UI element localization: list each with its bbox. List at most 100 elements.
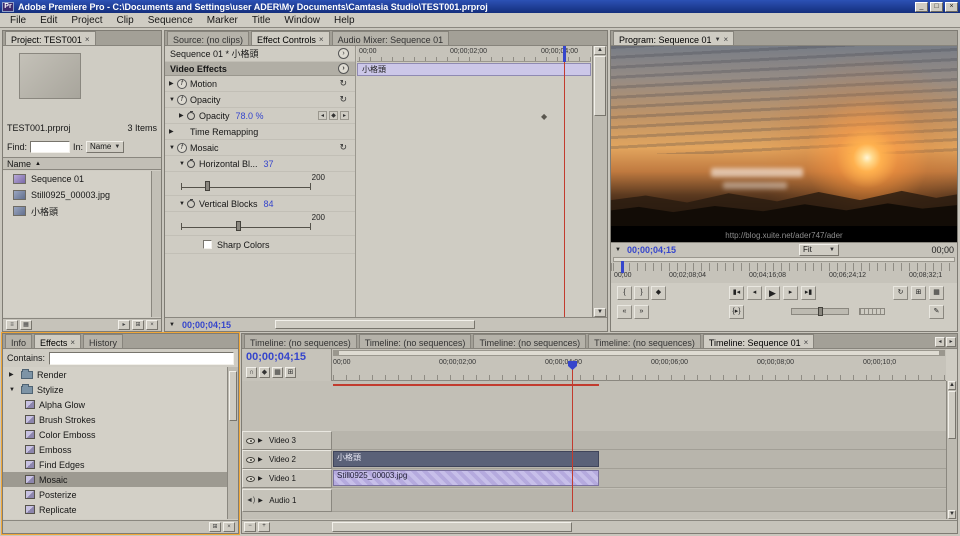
list-item[interactable]: 小格頭 — [3, 203, 151, 219]
reset-effect-icon[interactable]: ↻ — [339, 78, 347, 89]
expand-icon[interactable]: ▶ — [258, 456, 266, 463]
tab-effects[interactable]: Effects × — [34, 334, 81, 348]
snap-icon[interactable]: ∩ — [246, 367, 257, 378]
track-video1[interactable]: Still0925_00003.jpg — [332, 469, 946, 488]
effect-controls-timeline[interactable]: 00;00 00;00;02;00 00;00;04;00 小格頭 ◆ — [357, 46, 591, 317]
collapse-icon[interactable]: ▼ — [169, 97, 177, 103]
tree-item-effect[interactable]: Color Emboss — [3, 427, 227, 442]
tab-project[interactable]: Project: TEST001 × — [5, 31, 96, 45]
new-custom-bin-icon[interactable]: ⊞ — [209, 522, 221, 532]
scroll-thumb[interactable] — [594, 56, 606, 116]
set-out-point-button[interactable]: } — [634, 286, 649, 300]
menu-edit[interactable]: Edit — [33, 14, 64, 27]
close-tab-icon[interactable]: × — [724, 35, 729, 44]
effect-row-motion[interactable]: ▶ f Motion ↻ — [165, 76, 355, 92]
track-header-audio1[interactable]: ◄) ▶ Audio 1 — [242, 489, 332, 512]
param-row-sharp-colors[interactable]: Sharp Colors — [165, 236, 355, 254]
horizontal-scroll-thumb[interactable] — [275, 320, 475, 329]
track-audio1[interactable] — [332, 489, 946, 512]
tree-item-effect[interactable]: Find Edges — [3, 457, 227, 472]
menu-project[interactable]: Project — [64, 14, 109, 27]
close-tab-icon[interactable]: × — [85, 35, 90, 44]
jump-back-button[interactable]: « — [617, 305, 632, 319]
scroll-up-icon[interactable]: ▲ — [594, 46, 606, 55]
effects-scrollbar[interactable] — [227, 367, 238, 519]
section-toggle-button[interactable]: › — [338, 63, 349, 74]
expand-icon[interactable]: ▶ — [169, 128, 177, 135]
expand-icon[interactable]: ▶ — [258, 497, 266, 504]
project-scrollbar[interactable] — [151, 171, 161, 317]
param-row-horizontal-blocks[interactable]: ▼ Horizontal Bl... 37 — [165, 156, 355, 172]
tree-item-effect[interactable]: Emboss — [3, 442, 227, 457]
jump-forward-button[interactable]: » — [634, 305, 649, 319]
menu-file[interactable]: File — [3, 14, 33, 27]
contains-input[interactable] — [49, 352, 234, 365]
menu-clip[interactable]: Clip — [109, 14, 140, 27]
step-back-button[interactable]: ◂ — [747, 286, 762, 300]
next-keyframe-button[interactable]: ▸ — [340, 111, 349, 120]
collapse-icon[interactable]: ▼ — [169, 145, 177, 151]
opacity-value[interactable]: 78.0 % — [236, 111, 264, 121]
collapse-icon[interactable]: ▼ — [179, 161, 187, 167]
tree-item-effect[interactable]: Posterize — [3, 487, 227, 502]
icon-view-icon[interactable]: ▦ — [20, 320, 32, 330]
effect-row-opacity[interactable]: ▼ f Opacity ↻ — [165, 92, 355, 108]
horizontal-blocks-slider[interactable] — [181, 185, 311, 188]
prev-keyframe-button[interactable]: ◂ — [318, 111, 327, 120]
expand-icon[interactable]: ▶ — [9, 371, 17, 378]
timeline-ruler[interactable]: 00;00 00;00;02;00 00;00;04;00 00;00;06;0… — [332, 357, 946, 381]
output-button[interactable]: ▦ — [929, 286, 944, 300]
work-area-bar[interactable] — [333, 350, 945, 356]
close-tab-icon[interactable]: × — [70, 338, 75, 347]
work-area-icon[interactable]: ⊞ — [285, 367, 296, 378]
name-column-header[interactable]: Name ▲ — [3, 157, 161, 170]
effect-timeline-ruler[interactable]: 00;00 00;00;02;00 00;00;04;00 — [357, 46, 591, 62]
maximize-button[interactable]: □ — [930, 2, 943, 12]
safe-margins-button[interactable]: ⊞ — [911, 286, 926, 300]
collapse-icon[interactable]: ▼ — [9, 387, 17, 393]
close-tab-icon[interactable]: × — [804, 338, 809, 347]
play-in-to-out-button[interactable]: {▸} — [729, 305, 744, 319]
menu-sequence[interactable]: Sequence — [141, 14, 200, 27]
delete-icon[interactable]: × — [223, 522, 235, 532]
tab-scroll-right-icon[interactable]: ▸ — [946, 337, 956, 347]
menu-marker[interactable]: Marker — [200, 14, 245, 27]
effect-controls-timecode[interactable]: 00;00;04;15 — [182, 320, 231, 330]
tree-item-effect[interactable]: Brush Strokes — [3, 412, 227, 427]
new-bin-icon[interactable]: ⊞ — [132, 320, 144, 330]
tab-timeline-empty[interactable]: Timeline: (no sequences) — [473, 334, 586, 348]
effect-row-mosaic[interactable]: ▼ f Mosaic ↻ — [165, 140, 355, 156]
effect-controls-scrollbar[interactable]: ▲ ▼ — [592, 46, 607, 317]
zoom-in-icon[interactable]: + — [258, 522, 270, 532]
set-marker-button[interactable]: ◆ — [651, 286, 666, 300]
track-header-video2[interactable]: ▶ Video 2 — [242, 450, 332, 469]
param-row-vertical-blocks[interactable]: ▼ Vertical Blocks 84 — [165, 196, 355, 212]
track-video3[interactable] — [332, 431, 946, 450]
goto-in-button[interactable]: ▮◂ — [729, 286, 744, 300]
effect-row-time-remapping[interactable]: ▶ Time Remapping — [165, 124, 355, 140]
list-item[interactable]: Still0925_00003.jpg — [3, 187, 151, 203]
toggle-track-output-icon[interactable] — [246, 438, 255, 444]
vertical-blocks-slider[interactable] — [181, 225, 311, 228]
menu-window[interactable]: Window — [277, 14, 327, 27]
tab-timeline-empty[interactable]: Timeline: (no sequences) — [244, 334, 357, 348]
loop-button[interactable]: ↻ — [893, 286, 908, 300]
shuttle-handle[interactable] — [818, 307, 823, 316]
tab-effect-controls[interactable]: Effect Controls × — [251, 31, 330, 45]
tab-source[interactable]: Source: (no clips) — [167, 31, 249, 45]
shuttle-slider[interactable] — [791, 308, 849, 315]
collapse-icon[interactable]: ▼ — [179, 201, 187, 207]
track-header-video1[interactable]: ▶ Video 1 — [242, 469, 332, 488]
clip-video2[interactable]: 小格頭 — [333, 451, 599, 467]
menu-title[interactable]: Title — [245, 14, 278, 27]
param-row-opacity[interactable]: ▶ Opacity 78.0 % ◂ ◆ ▸ — [165, 108, 355, 124]
track-video2[interactable]: 小格頭 — [332, 450, 946, 469]
vertical-blocks-value[interactable]: 84 — [264, 199, 274, 209]
scroll-thumb[interactable] — [948, 391, 956, 439]
reset-effect-icon[interactable]: ↻ — [339, 94, 347, 105]
minimize-button[interactable]: _ — [915, 2, 928, 12]
expand-icon[interactable]: ▶ — [169, 80, 177, 87]
automate-to-sequence-icon[interactable]: ▸ — [118, 320, 130, 330]
tab-audio-mixer[interactable]: Audio Mixer: Sequence 01 — [332, 31, 450, 45]
tab-scroll-left-icon[interactable]: ◂ — [935, 337, 945, 347]
